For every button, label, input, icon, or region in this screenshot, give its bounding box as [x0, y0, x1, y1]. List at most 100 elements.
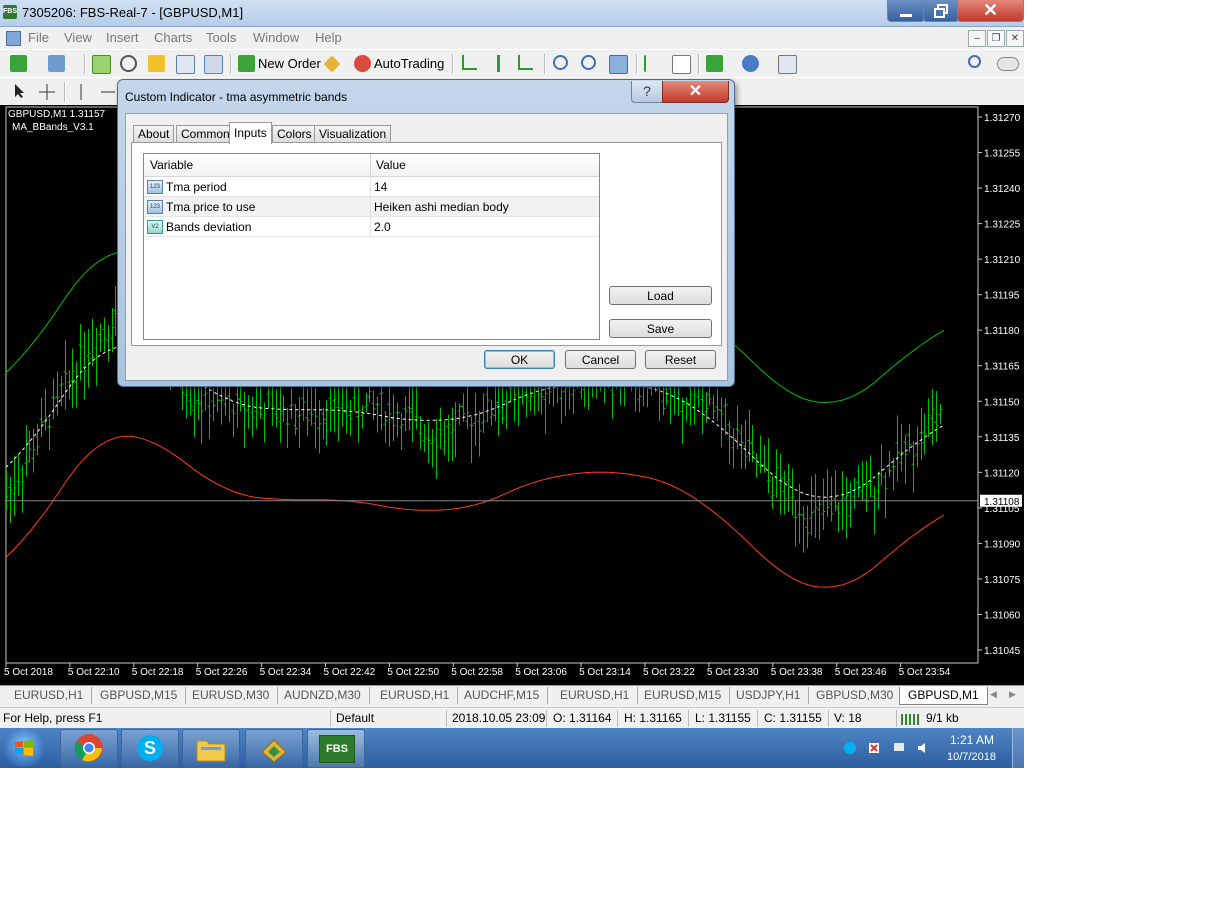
mdi-restore-button[interactable]: ❐ [987, 30, 1005, 47]
tab-eurusd-m30[interactable]: EURUSD,M30 [184, 687, 279, 704]
table-row[interactable]: V2 Bands deviation 2.0 [144, 217, 599, 237]
time-axis-label: 5 Oct 2018 [4, 667, 53, 678]
autoscroll-icon[interactable] [672, 55, 691, 74]
autotrading-button[interactable]: AutoTrading [374, 56, 444, 71]
navigator-icon[interactable] [120, 55, 137, 72]
autotrading-icon[interactable] [354, 55, 371, 72]
time-axis-label: 5 Oct 22:18 [132, 667, 184, 678]
terminal-icon[interactable] [176, 55, 195, 74]
close-window-button[interactable]: ✕ [957, 0, 1024, 22]
candlestick-icon[interactable] [490, 55, 507, 72]
show-desktop-button[interactable] [1012, 728, 1024, 768]
tab-inputs[interactable]: Inputs [229, 122, 272, 144]
tab-audnzd-m30[interactable]: AUDNZD,M30 [276, 687, 370, 704]
tab-scroll-right-icon[interactable]: ▶ [1009, 689, 1016, 700]
horizontal-line-icon[interactable] [100, 83, 116, 101]
menu-window[interactable]: Window [253, 30, 299, 45]
tab-gbpusd-m15[interactable]: GBPUSD,M15 [92, 687, 187, 704]
market-watch-icon[interactable] [92, 55, 111, 74]
metaeditor-icon[interactable] [323, 55, 341, 73]
inputs-panel: Variable Value 123 Tma period 14 123 Tma… [131, 142, 722, 346]
maximize-button[interactable] [923, 0, 959, 22]
tab-gbpusd-m30[interactable]: GBPUSD,M30 [808, 687, 903, 704]
tab-gbpusd-m1[interactable]: GBPUSD,M1 [899, 687, 988, 705]
templates-icon[interactable] [778, 55, 797, 74]
row-value[interactable]: 14 [374, 180, 387, 194]
folder-icon [196, 740, 226, 762]
price-axis-label: 1.31060 [984, 610, 1021, 621]
ok-button[interactable]: OK [484, 350, 555, 369]
table-row[interactable]: 123 Tma period 14 [144, 177, 599, 197]
volume-icon[interactable] [917, 742, 929, 754]
tab-eurusd-m15[interactable]: EURUSD,M15 [636, 687, 731, 704]
clock-time[interactable]: 1:21 AM [950, 733, 994, 747]
menu-charts[interactable]: Charts [154, 30, 192, 45]
network-alert-icon[interactable] [868, 742, 880, 754]
clock-date[interactable]: 10/7/2018 [947, 751, 996, 763]
taskbar-chrome[interactable] [60, 729, 118, 768]
column-value[interactable]: Value [376, 158, 406, 172]
menu-file[interactable]: File [28, 30, 49, 45]
action-center-icon[interactable] [893, 742, 905, 754]
cursor-icon[interactable] [12, 83, 26, 99]
periods-clock-icon[interactable] [742, 55, 759, 72]
tab-usdjpy-h1[interactable]: USDJPY,H1 [728, 687, 810, 704]
chart-shift-icon[interactable] [644, 55, 659, 72]
line-chart-icon[interactable] [518, 55, 533, 70]
table-row[interactable]: 123 Tma price to use Heiken ashi median … [144, 197, 599, 217]
dialog-help-button[interactable]: ? [631, 81, 663, 103]
taskbar-skype[interactable]: S [121, 729, 179, 768]
load-button[interactable]: Load [609, 286, 712, 305]
dialog-close-button[interactable]: ✕ [662, 81, 729, 103]
tab-eurusd-h1-2[interactable]: EURUSD,H1 [372, 687, 459, 704]
mdi-minimize-button[interactable]: – [968, 30, 986, 47]
profiles-icon[interactable] [48, 55, 65, 72]
standard-toolbar: New Order AutoTrading [0, 49, 1024, 78]
menu-help[interactable]: Help [315, 30, 342, 45]
integer-param-icon: 123 [147, 200, 163, 214]
bar-chart-icon[interactable] [462, 55, 477, 70]
new-chart-icon[interactable] [10, 55, 27, 72]
start-button[interactable] [4, 729, 44, 767]
favorites-star-icon[interactable] [148, 55, 165, 72]
save-button[interactable]: Save [609, 319, 712, 338]
cancel-button[interactable]: Cancel [565, 350, 636, 369]
zoom-in-icon[interactable] [553, 55, 568, 70]
tab-eurusd-h1[interactable]: EURUSD,H1 [6, 687, 93, 704]
new-order-button[interactable]: New Order [258, 56, 321, 71]
zoom-out-icon[interactable] [581, 55, 596, 70]
minimize-button[interactable] [887, 0, 925, 22]
mdi-close-button[interactable]: ✕ [1006, 30, 1024, 47]
document-icon[interactable] [6, 31, 21, 46]
tab-eurusd-h1-3[interactable]: EURUSD,H1 [552, 687, 639, 704]
tab-common[interactable]: Common [176, 125, 235, 143]
strategy-tester-icon[interactable] [204, 55, 223, 74]
taskbar-metatrader[interactable] [245, 729, 303, 768]
menu-insert[interactable]: Insert [106, 30, 139, 45]
tab-audchf-m15[interactable]: AUDCHF,M15 [456, 687, 549, 704]
crosshair-icon[interactable] [38, 83, 56, 101]
price-axis-label: 1.31270 [984, 113, 1021, 124]
row-value[interactable]: Heiken ashi median body [374, 200, 509, 214]
restore-icon: ❐ [991, 33, 1001, 44]
tab-about[interactable]: About [133, 125, 175, 143]
tab-visualization[interactable]: Visualization [314, 125, 392, 143]
new-order-icon[interactable] [238, 55, 255, 72]
windows-logo-icon [15, 740, 33, 756]
tab-scroll-left-icon[interactable]: ◀ [990, 689, 997, 700]
column-variable[interactable]: Variable [150, 158, 193, 172]
chat-icon[interactable] [997, 57, 1019, 71]
taskbar-fbs[interactable]: FBS [307, 729, 365, 768]
row-value[interactable]: 2.0 [374, 220, 391, 234]
price-axis-label: 1.31180 [984, 326, 1020, 337]
tab-colors[interactable]: Colors [272, 125, 317, 143]
menu-tools[interactable]: Tools [206, 30, 236, 45]
tile-windows-icon[interactable] [609, 55, 628, 74]
vertical-line-icon[interactable] [76, 83, 86, 101]
indicators-icon[interactable] [706, 55, 723, 72]
taskbar-explorer[interactable] [182, 729, 240, 768]
menu-view[interactable]: View [64, 30, 92, 45]
skype-tray-icon[interactable] [844, 742, 856, 754]
reset-button[interactable]: Reset [645, 350, 716, 369]
search-icon[interactable] [968, 55, 981, 68]
